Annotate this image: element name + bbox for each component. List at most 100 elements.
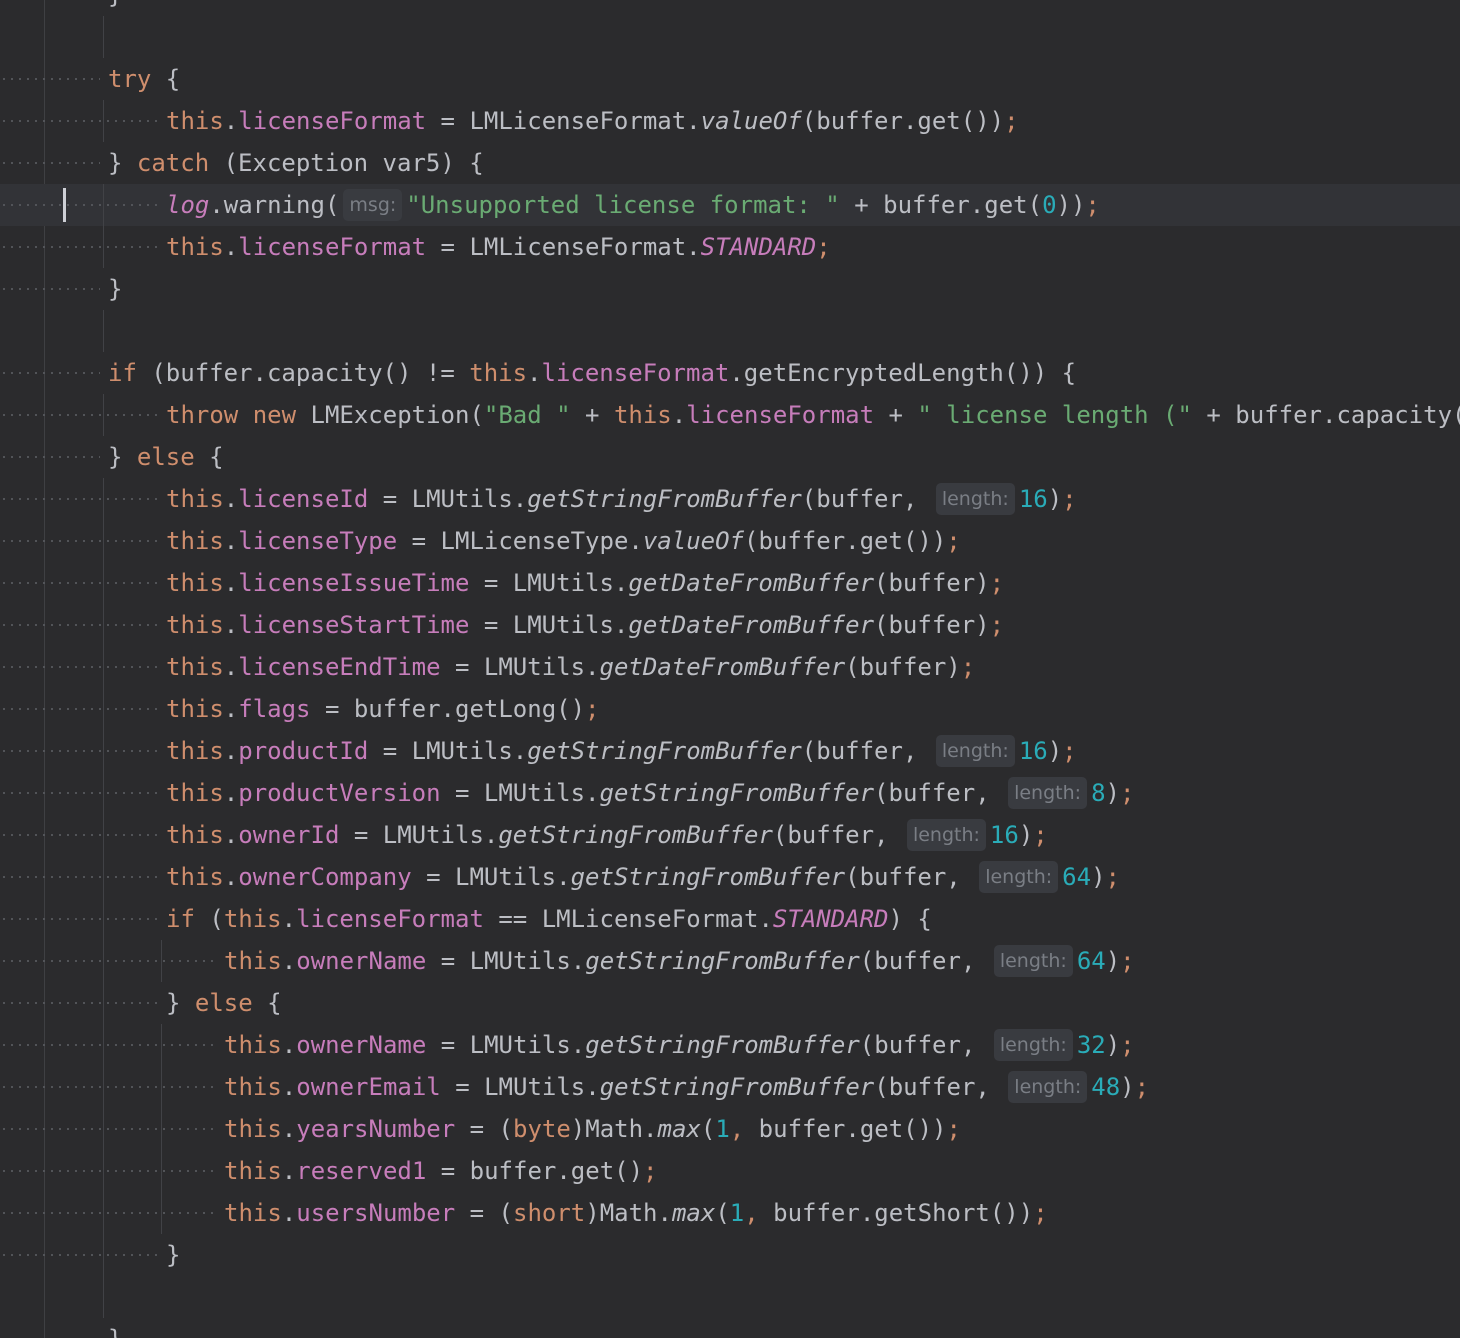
code-text: (buffer,: [845, 863, 976, 891]
code-text: (buffer,: [772, 821, 903, 849]
code-text: .: [223, 485, 239, 513]
parameter-hint: length:: [1008, 1071, 1088, 1103]
code-text-row: this.ownerCompany = LMUtils.getStringFro…: [166, 856, 1120, 898]
code-line[interactable]: this.licenseFormat = LMLicenseFormat.STA…: [0, 226, 1460, 268]
code-text: (Exception var5) {: [209, 149, 484, 177]
code-line[interactable]: this.productId = LMUtils.getStringFromBu…: [0, 730, 1460, 772]
static-ref: log: [166, 191, 210, 219]
code-line[interactable]: } else {: [0, 436, 1460, 478]
code-text: buffer.get()): [744, 1115, 947, 1143]
indent-guide: [103, 1234, 104, 1276]
keyword: this: [224, 1157, 282, 1185]
code-text: .: [281, 1199, 297, 1227]
indent-guide: [103, 100, 104, 142]
code-line[interactable]: }: [0, 0, 1460, 16]
code-text: = (: [455, 1199, 513, 1227]
method-call: valueOf: [700, 107, 802, 135]
code-line[interactable]: [0, 16, 1460, 58]
code-line[interactable]: this.licenseStartTime = LMUtils.getDateF…: [0, 604, 1460, 646]
field-name: licenseIssueTime: [238, 569, 470, 597]
code-line[interactable]: } else {: [0, 982, 1460, 1024]
code-line[interactable]: try {: [0, 58, 1460, 100]
code-text: .: [223, 569, 239, 597]
whitespace-dots: [0, 1002, 158, 1004]
code-text: (buffer,: [801, 737, 932, 765]
whitespace-dots: [0, 498, 158, 500]
code-text: == LMLicenseFormat.: [483, 905, 773, 933]
code-line[interactable]: this.yearsNumber = (byte)Math.max(1, buf…: [0, 1108, 1460, 1150]
code-line[interactable]: [0, 1276, 1460, 1318]
code-line[interactable]: this.productVersion = LMUtils.getStringF…: [0, 772, 1460, 814]
code-line[interactable]: this.licenseEndTime = LMUtils.getDateFro…: [0, 646, 1460, 688]
code-text: LMException(: [296, 401, 484, 429]
field-name: licenseEndTime: [238, 653, 441, 681]
field-name: productVersion: [238, 779, 441, 807]
keyword: ;: [1120, 1031, 1135, 1059]
code-line[interactable]: }: [0, 268, 1460, 310]
code-text: = LMUtils.: [440, 1073, 600, 1101]
code-line[interactable]: }: [0, 1318, 1460, 1338]
code-line[interactable]: this.usersNumber = (short)Math.max(1, bu…: [0, 1192, 1460, 1234]
code-line[interactable]: this.reserved1 = buffer.get();: [0, 1150, 1460, 1192]
code-text: .: [223, 779, 239, 807]
whitespace-dots: [0, 624, 158, 626]
code-line[interactable]: this.licenseIssueTime = LMUtils.getDateF…: [0, 562, 1460, 604]
code-line[interactable]: this.ownerId = LMUtils.getStringFromBuff…: [0, 814, 1460, 856]
code-text: + buffer.get(: [839, 191, 1043, 219]
code-line[interactable]: if (buffer.capacity() != this.licenseFor…: [0, 352, 1460, 394]
indent-guide: [161, 1024, 162, 1066]
code-line[interactable]: throw new LMException("Bad " + this.lice…: [0, 394, 1460, 436]
field-name: licenseFormat: [238, 233, 427, 261]
code-line[interactable]: [0, 310, 1460, 352]
code-line[interactable]: this.ownerEmail = LMUtils.getStringFromB…: [0, 1066, 1460, 1108]
code-line[interactable]: } catch (Exception var5) {: [0, 142, 1460, 184]
number-literal: 48: [1091, 1073, 1121, 1101]
keyword: ;: [1033, 821, 1048, 849]
code-text-row: this.licenseIssueTime = LMUtils.getDateF…: [166, 562, 1004, 604]
field-name: ownerName: [296, 1031, 427, 1059]
code-text: ): [1047, 737, 1063, 765]
code-text-row: this.licenseType = LMLicenseType.valueOf…: [166, 520, 961, 562]
code-text: }: [108, 1325, 122, 1338]
code-line[interactable]: this.licenseType = LMLicenseType.valueOf…: [0, 520, 1460, 562]
whitespace-dots: [0, 708, 158, 710]
indent-guide: [103, 940, 104, 982]
code-line[interactable]: this.ownerCompany = LMUtils.getStringFro…: [0, 856, 1460, 898]
code-line[interactable]: }: [0, 1234, 1460, 1276]
code-line[interactable]: if (this.licenseFormat == LMLicenseForma…: [0, 898, 1460, 940]
code-line[interactable]: this.ownerName = LMUtils.getStringFromBu…: [0, 940, 1460, 982]
whitespace-dots: [0, 1086, 216, 1088]
code-line[interactable]: this.licenseId = LMUtils.getStringFromBu…: [0, 478, 1460, 520]
field-name: licenseFormat: [296, 905, 484, 933]
code-text: = LMUtils.: [411, 863, 571, 891]
indent-guide: [103, 814, 104, 856]
code-line[interactable]: log.warning(msg: "Unsupported license for…: [0, 184, 1460, 226]
code-text: (buffer): [874, 569, 990, 597]
keyword: ;: [1062, 737, 1077, 765]
whitespace-dots: [0, 288, 100, 290]
code-text: .: [223, 863, 239, 891]
code-line[interactable]: this.ownerName = LMUtils.getStringFromBu…: [0, 1024, 1460, 1066]
code-text: = LMUtils.: [368, 737, 528, 765]
whitespace-dots: [0, 246, 158, 248]
code-text: (buffer): [845, 653, 961, 681]
method-call: getStringFromBuffer: [498, 821, 773, 849]
code-text: ) {: [888, 905, 932, 933]
keyword: this: [469, 359, 528, 387]
field-name: ownerName: [296, 947, 427, 975]
keyword: throw new: [166, 401, 297, 429]
indent-guide: [103, 646, 104, 688]
code-line[interactable]: this.licenseFormat = LMLicenseFormat.val…: [0, 100, 1460, 142]
string-literal: "Bad ": [483, 401, 571, 429]
whitespace-dots: [0, 666, 158, 668]
code-line[interactable]: this.flags = buffer.getLong();: [0, 688, 1460, 730]
whitespace-dots: [0, 582, 158, 584]
code-text: ): [1091, 863, 1106, 891]
code-text: }: [108, 443, 137, 471]
code-text: )): [1056, 191, 1086, 219]
code-text: .: [223, 737, 239, 765]
code-text: ): [1105, 947, 1121, 975]
keyword: this: [166, 107, 224, 135]
keyword: ;: [1105, 863, 1120, 891]
code-editor[interactable]: }try {this.licenseFormat = LMLicenseForm…: [0, 0, 1460, 1338]
